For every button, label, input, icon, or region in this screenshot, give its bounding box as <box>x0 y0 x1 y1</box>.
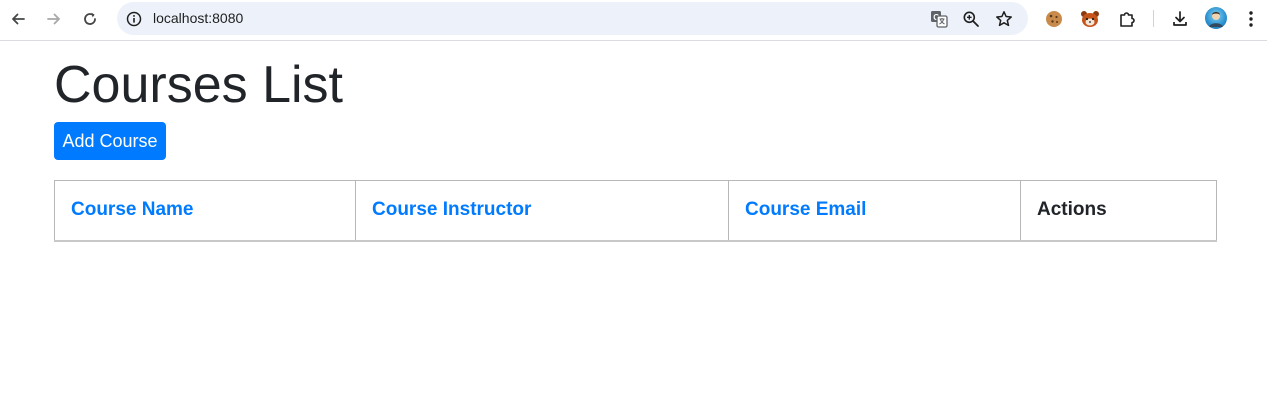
back-arrow-icon[interactable] <box>7 8 29 30</box>
info-icon[interactable] <box>125 10 142 27</box>
forward-arrow-icon[interactable] <box>43 8 65 30</box>
browser-toolbar: localhost:8080 G <box>0 0 1267 41</box>
column-header-actions: Actions <box>1020 180 1217 242</box>
translate-icon[interactable]: G <box>929 9 949 29</box>
reload-icon[interactable] <box>79 8 101 30</box>
zoom-icon[interactable] <box>961 9 981 29</box>
kebab-menu-icon[interactable] <box>1240 8 1262 30</box>
add-course-button[interactable]: Add Course <box>54 122 166 160</box>
puzzle-icon[interactable] <box>1116 8 1138 30</box>
address-bar[interactable]: localhost:8080 G <box>117 2 1028 35</box>
star-icon[interactable] <box>994 9 1014 29</box>
download-icon[interactable] <box>1169 8 1191 30</box>
red-panda-icon[interactable] <box>1079 8 1101 30</box>
column-header-course-name[interactable]: Course Name <box>54 180 356 242</box>
url-text[interactable]: localhost:8080 <box>153 10 243 27</box>
column-header-course-email[interactable]: Course Email <box>728 180 1021 242</box>
avatar[interactable] <box>1205 7 1227 29</box>
table-header-row: Course Name Course Instructor Course Ema… <box>54 180 1217 242</box>
column-header-course-instructor[interactable]: Course Instructor <box>355 180 729 242</box>
courses-table: Course Name Course Instructor Course Ema… <box>54 180 1217 242</box>
page-title: Courses List <box>54 56 343 114</box>
toolbar-divider <box>1153 10 1154 27</box>
cookie-icon[interactable] <box>1043 8 1065 30</box>
